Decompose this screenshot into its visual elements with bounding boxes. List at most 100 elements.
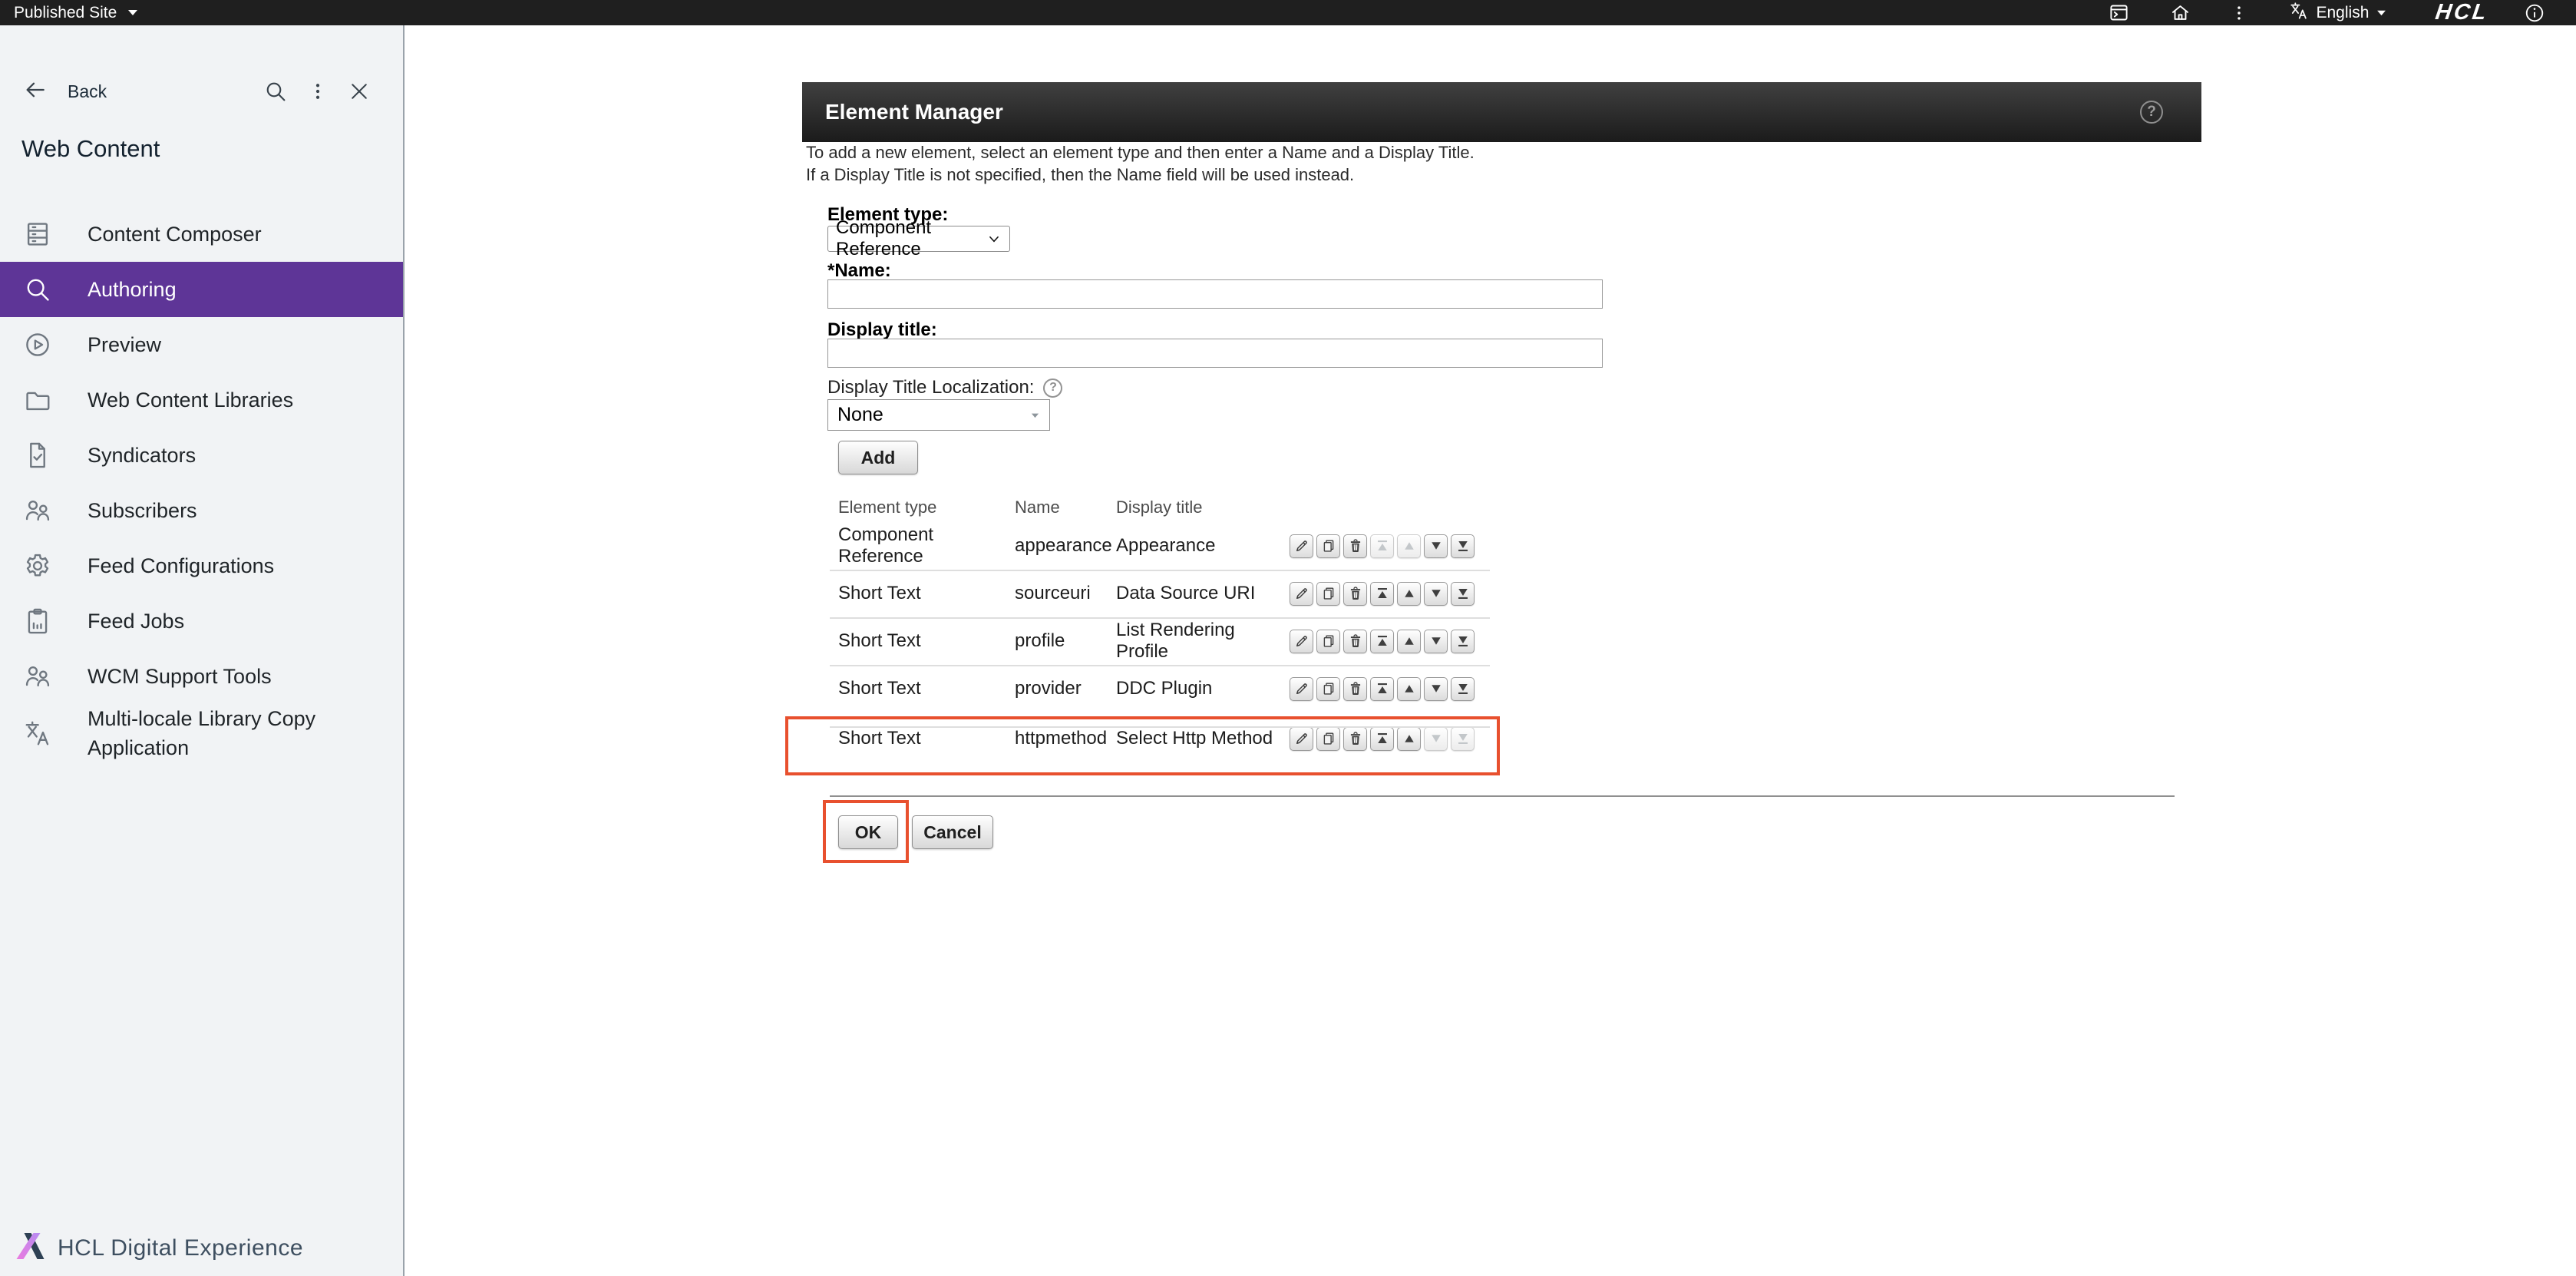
- move-top-button: [1370, 534, 1394, 558]
- help-icon[interactable]: ?: [2140, 101, 2163, 124]
- sidebar-item-content-composer[interactable]: Content Composer: [0, 207, 403, 262]
- info-icon[interactable]: [2524, 2, 2545, 24]
- element-manager-header: Element Manager ?: [802, 82, 2201, 142]
- back-label: Back: [68, 81, 107, 102]
- content-composer-icon: [23, 220, 52, 249]
- sidebar-item-preview[interactable]: Preview: [0, 317, 403, 372]
- move-top-button[interactable]: [1370, 630, 1394, 653]
- move-down-button[interactable]: [1424, 677, 1448, 701]
- table-body: Component ReferenceappearanceAppearanceS…: [838, 522, 1498, 774]
- page: Published Site: [0, 0, 2576, 1276]
- row-divider: [830, 570, 1490, 571]
- name-input[interactable]: [827, 279, 1603, 309]
- instruction-line-2: If a Display Title is not specified, the…: [806, 165, 1354, 185]
- sidebar-header-icons: [263, 79, 403, 104]
- row-divider: [830, 726, 1490, 728]
- delete-button[interactable]: [1343, 534, 1367, 558]
- sidebar-item-label: Web Content Libraries: [88, 385, 293, 415]
- move-bottom-button[interactable]: [1451, 677, 1475, 701]
- row-actions: [1290, 677, 1480, 701]
- move-down-button[interactable]: [1424, 534, 1448, 558]
- move-up-button[interactable]: [1397, 727, 1421, 751]
- col-header-display-title: Display title: [1116, 498, 1290, 517]
- sidebar-item-syndicators[interactable]: Syndicators: [0, 428, 403, 483]
- copy-button[interactable]: [1316, 582, 1340, 606]
- cell-element-type: Short Text: [838, 583, 1015, 604]
- element-type-value: Component Reference: [836, 217, 986, 260]
- sidebar-item-wcm-support-tools[interactable]: WCM Support Tools: [0, 649, 403, 704]
- move-top-button[interactable]: [1370, 582, 1394, 606]
- cancel-button[interactable]: Cancel: [912, 815, 993, 849]
- move-bottom-button: [1451, 727, 1475, 751]
- hcl-brand-logo: HCL: [2434, 0, 2490, 25]
- delete-button[interactable]: [1343, 677, 1367, 701]
- cell-name: profile: [1015, 630, 1116, 652]
- sidebar-title: Web Content: [21, 135, 160, 163]
- cell-display-title: Appearance: [1116, 535, 1290, 557]
- close-icon[interactable]: [348, 80, 371, 103]
- move-down-button[interactable]: [1424, 630, 1448, 653]
- edit-button[interactable]: [1290, 677, 1313, 701]
- cell-display-title: Select Http Method: [1116, 728, 1290, 749]
- back-button[interactable]: Back: [0, 78, 107, 106]
- delete-button[interactable]: [1343, 727, 1367, 751]
- delete-button[interactable]: [1343, 582, 1367, 606]
- move-bottom-button[interactable]: [1451, 630, 1475, 653]
- copy-button[interactable]: [1316, 727, 1340, 751]
- copy-button[interactable]: [1316, 677, 1340, 701]
- sidebar-item-feed-jobs[interactable]: Feed Jobs: [0, 593, 403, 649]
- kebab-menu-icon[interactable]: [306, 80, 329, 103]
- sidebar-item-label: Preview: [88, 330, 161, 359]
- site-selector-dropdown[interactable]: Published Site: [0, 4, 138, 22]
- move-bottom-button[interactable]: [1451, 534, 1475, 558]
- hcl-dx-logo-icon: [13, 1230, 48, 1266]
- localization-value: None: [837, 404, 883, 426]
- delete-button[interactable]: [1343, 630, 1367, 653]
- edit-button[interactable]: [1290, 630, 1313, 653]
- copy-button[interactable]: [1316, 534, 1340, 558]
- sidebar-item-label: Subscribers: [88, 496, 197, 525]
- sidebar-item-label: Multi-locale Library Copy Application: [88, 704, 373, 762]
- console-icon[interactable]: [2109, 2, 2129, 23]
- edit-button[interactable]: [1290, 582, 1313, 606]
- kebab-menu-icon[interactable]: [2229, 3, 2249, 23]
- home-icon[interactable]: [2170, 2, 2191, 23]
- users-icon: [23, 496, 52, 525]
- move-up-button[interactable]: [1397, 582, 1421, 606]
- edit-button[interactable]: [1290, 534, 1313, 558]
- move-top-button[interactable]: [1370, 677, 1394, 701]
- sidebar-item-subscribers[interactable]: Subscribers: [0, 483, 403, 538]
- copy-button[interactable]: [1316, 630, 1340, 653]
- row-divider: [830, 665, 1490, 666]
- localization-label: Display Title Localization:: [827, 377, 1034, 398]
- cell-name: sourceuri: [1015, 583, 1116, 604]
- add-button[interactable]: Add: [838, 441, 918, 474]
- edit-button[interactable]: [1290, 727, 1313, 751]
- move-down-button[interactable]: [1424, 582, 1448, 606]
- language-selector[interactable]: English: [2289, 1, 2387, 25]
- chevron-down-icon: [986, 231, 1002, 246]
- move-top-button[interactable]: [1370, 727, 1394, 751]
- move-bottom-button[interactable]: [1451, 582, 1475, 606]
- users-icon: [23, 662, 52, 691]
- table-row-provider: Short TextproviderDDC Plugin: [838, 665, 1498, 712]
- localization-dropdown[interactable]: None: [827, 399, 1050, 431]
- play-circle-icon: [23, 330, 52, 359]
- sidebar-item-feed-configurations[interactable]: Feed Configurations: [0, 538, 403, 593]
- table-row-sourceuri: Short TextsourceuriData Source URI: [838, 570, 1498, 617]
- sidebar-item-web-content-libraries[interactable]: Web Content Libraries: [0, 372, 403, 428]
- search-icon: [23, 275, 52, 304]
- ok-button[interactable]: OK: [838, 815, 898, 849]
- sidebar-item-authoring[interactable]: Authoring: [0, 262, 403, 317]
- search-icon[interactable]: [263, 79, 288, 104]
- sidebar-item-multi-locale-library-copy-application[interactable]: Multi-locale Library Copy Application: [0, 704, 403, 762]
- help-icon[interactable]: ?: [1043, 379, 1062, 398]
- move-up-button[interactable]: [1397, 630, 1421, 653]
- display-title-input[interactable]: [827, 339, 1603, 368]
- translate-icon: [23, 719, 52, 748]
- move-up-button: [1397, 534, 1421, 558]
- cell-display-title: List Rendering Profile: [1116, 620, 1290, 663]
- col-header-name: Name: [1015, 498, 1116, 517]
- move-up-button[interactable]: [1397, 677, 1421, 701]
- element-type-select[interactable]: Component Reference: [827, 226, 1010, 252]
